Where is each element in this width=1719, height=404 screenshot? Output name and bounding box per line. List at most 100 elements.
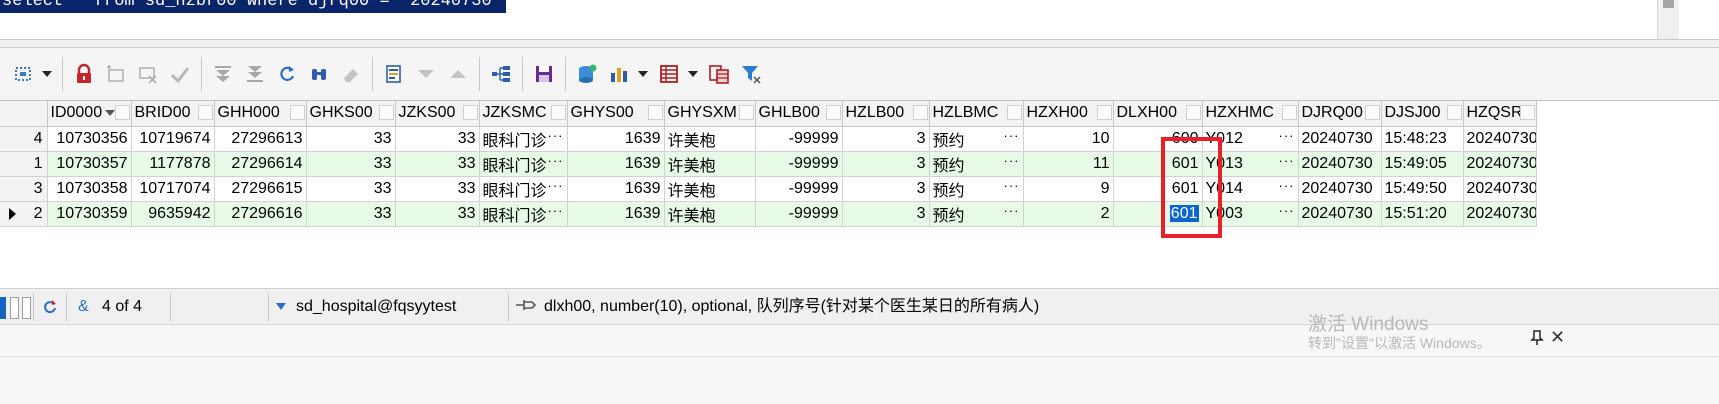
ellipsis-button[interactable]: ··· (548, 153, 564, 168)
row-indicator[interactable]: 4 (0, 126, 48, 152)
splitter-bar[interactable] (0, 40, 1719, 48)
column-filter-box[interactable] (462, 105, 478, 120)
ellipsis-button[interactable]: ··· (548, 178, 564, 193)
select-rows-button[interactable] (8, 58, 38, 90)
column-filter-box[interactable] (1519, 105, 1535, 120)
column-header-ghlb00[interactable]: GHLB00 (755, 101, 843, 127)
cell-brid00[interactable]: 9635942 (131, 201, 215, 227)
cell-djsj00[interactable]: 15:51:20 (1381, 201, 1464, 227)
cell-djsj00[interactable]: 15:48:23 (1381, 126, 1464, 152)
column-filter-box[interactable] (647, 105, 663, 120)
ellipsis-button[interactable]: ··· (1004, 203, 1020, 218)
column-header-jzks00[interactable]: JZKS00 (395, 101, 480, 127)
column-header-jzksmc[interactable]: JZKSMC (479, 101, 568, 127)
connection-dropdown[interactable] (276, 289, 286, 325)
post-button[interactable] (165, 58, 195, 90)
cell-ghks00[interactable]: 33 (306, 151, 396, 177)
column-header-brid00[interactable]: BRID00 (131, 101, 215, 127)
database-button[interactable] (572, 58, 602, 90)
column-header-hzxhmc[interactable]: HZXHMC (1202, 101, 1299, 127)
filter-up-button[interactable] (443, 58, 473, 90)
cell-hzxh00[interactable]: 10 (1023, 126, 1114, 152)
cell-dlxh00[interactable]: 601 (1113, 176, 1203, 202)
column-filter-box[interactable] (114, 105, 130, 120)
cell-ghlb00[interactable]: -99999 (755, 176, 843, 202)
ellipsis-button[interactable]: ··· (548, 128, 564, 143)
column-header-ghks00[interactable]: GHKS00 (306, 101, 396, 127)
clear-button[interactable] (336, 58, 366, 90)
cell-hzxhmc[interactable]: Y003 ··· (1202, 201, 1299, 227)
column-filter-box[interactable] (1096, 105, 1112, 120)
last-record-button[interactable] (240, 58, 270, 90)
cell-jzksmc[interactable]: 眼科门诊 ··· (479, 176, 568, 202)
cell-ghlb00[interactable]: -99999 (755, 151, 843, 177)
cell-jzks00[interactable]: 33 (395, 176, 480, 202)
refresh-button[interactable] (272, 58, 302, 90)
export-button[interactable] (704, 58, 734, 90)
cell-jzksmc[interactable]: 眼科门诊 ··· (479, 201, 568, 227)
cell-hzqsrq[interactable]: 20240730 (1463, 151, 1537, 177)
ellipsis-button[interactable]: ··· (1279, 178, 1295, 193)
column-filter-box[interactable] (1281, 105, 1297, 120)
cell-hzxhmc[interactable]: Y012 ··· (1202, 126, 1299, 152)
cell-hzlbmc[interactable]: 预约 ··· (929, 126, 1024, 152)
cell-hzlbmc[interactable]: 预约 ··· (929, 201, 1024, 227)
save-button[interactable] (529, 58, 559, 90)
cell-ghh000[interactable]: 27296614 (214, 151, 307, 177)
cell-id0000[interactable]: 10730356 (47, 126, 132, 152)
column-filter-box[interactable] (825, 105, 841, 120)
cell-id0000[interactable]: 10730357 (47, 151, 132, 177)
ellipsis-button[interactable]: ··· (1004, 128, 1020, 143)
cell-dlxh00[interactable]: 600 (1113, 126, 1203, 152)
cell-ghks00[interactable]: 33 (306, 126, 396, 152)
table-row[interactable]: 4 10730356 10719674 27296613 33 33 眼科门诊 ··· 1639… (0, 126, 1537, 152)
lock-button[interactable] (69, 58, 99, 90)
cell-hzxh00[interactable]: 2 (1023, 201, 1114, 227)
table-row[interactable]: 1 10730357 1177878 27296614 33 33 眼科门诊 ··· 1639 许… (0, 151, 1537, 177)
cell-ghysxm[interactable]: 许美枹 (664, 151, 756, 177)
pin-icon[interactable] (1529, 330, 1545, 346)
column-filter-box[interactable] (197, 105, 213, 120)
cell-ghks00[interactable]: 33 (306, 176, 396, 202)
select-rows-dropdown[interactable] (40, 58, 54, 90)
cell-ghys00[interactable]: 1639 (567, 126, 665, 152)
column-header-hzlb00[interactable]: HZLB00 (842, 101, 930, 127)
cell-ghlb00[interactable]: -99999 (755, 126, 843, 152)
cell-djrq00[interactable]: 20240730 (1298, 126, 1382, 152)
cell-ghh000[interactable]: 27296613 (214, 126, 307, 152)
cell-jzks00[interactable]: 33 (395, 201, 480, 227)
funnel-button[interactable] (736, 58, 766, 90)
cell-brid00[interactable]: 10717074 (131, 176, 215, 202)
cell-djsj00[interactable]: 15:49:50 (1381, 176, 1464, 202)
cell-hzxhmc[interactable]: Y013 ··· (1202, 151, 1299, 177)
cell-hzlb00[interactable]: 3 (842, 151, 930, 177)
cell-hzxh00[interactable]: 9 (1023, 176, 1114, 202)
cell-ghysxm[interactable]: 许美枹 (664, 176, 756, 202)
cell-hzlbmc[interactable]: 预约 ··· (929, 151, 1024, 177)
query-button[interactable] (379, 58, 409, 90)
cell-id0000[interactable]: 10730358 (47, 176, 132, 202)
column-header-hzqsrq[interactable]: HZQSRQ (1463, 101, 1537, 127)
result-grid[interactable]: ID0000 BRID00 GHH000 GHKS00 JZKS00 JZKSMC GHYS… (0, 100, 1719, 288)
cell-jzksmc[interactable]: 眼科门诊 ··· (479, 151, 568, 177)
cell-hzxh00[interactable]: 11 (1023, 151, 1114, 177)
cell-ghh000[interactable]: 27296615 (214, 176, 307, 202)
column-filter-box[interactable] (1006, 105, 1022, 120)
table-row[interactable]: 2 10730359 9635942 27296616 33 33 眼科门诊 ··· 1639 许… (0, 201, 1537, 227)
row-indicator[interactable]: 2 (0, 201, 48, 227)
column-header-id0000[interactable]: ID0000 (47, 101, 132, 127)
column-header-djrq00[interactable]: DJRQ00 (1298, 101, 1382, 127)
column-header-djsj00[interactable]: DJSJ00 (1381, 101, 1464, 127)
row-indicator[interactable]: 1 (0, 151, 48, 177)
cell-ghysxm[interactable]: 许美枹 (664, 126, 756, 152)
sort-arrow-icon[interactable] (104, 110, 115, 116)
ellipsis-button[interactable]: ··· (1279, 203, 1295, 218)
cell-hzxhmc[interactable]: Y014 ··· (1202, 176, 1299, 202)
column-filter-box[interactable] (1185, 105, 1201, 120)
grid-view-dropdown[interactable] (686, 58, 700, 90)
close-panel-icon[interactable]: ✕ (1550, 327, 1565, 348)
cell-hzlb00[interactable]: 3 (842, 176, 930, 202)
cell-jzksmc[interactable]: 眼科门诊 ··· (479, 126, 568, 152)
column-filter-box[interactable] (550, 105, 566, 120)
editor-scroll-thumb[interactable] (1663, 0, 1674, 8)
